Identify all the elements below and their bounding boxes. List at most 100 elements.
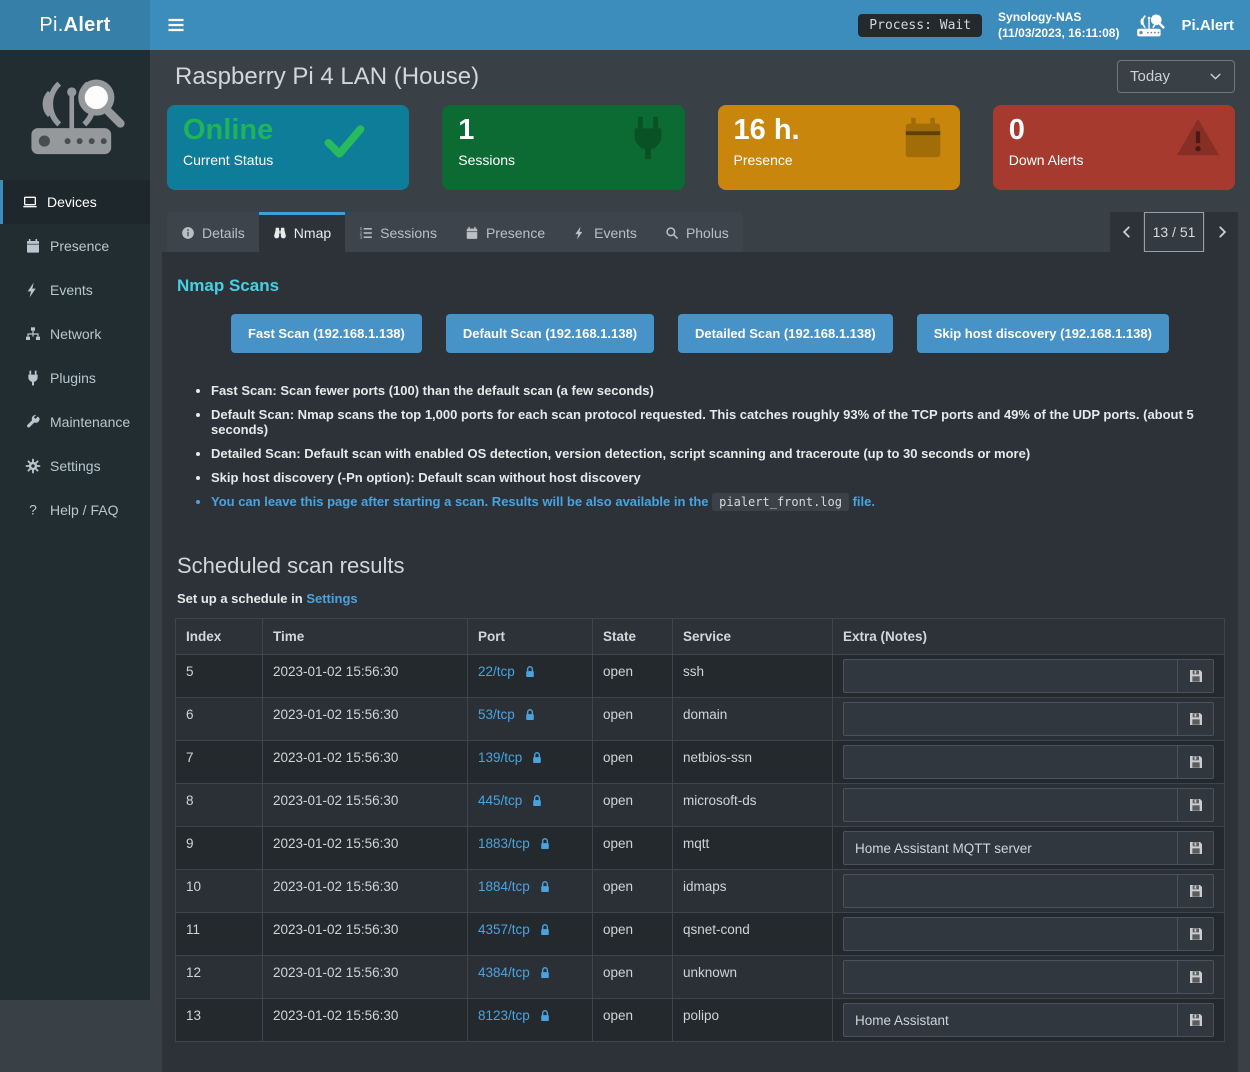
save-note-button[interactable] (1177, 746, 1213, 778)
binoculars-icon (273, 226, 287, 240)
sidebar-item-settings[interactable]: Settings (0, 444, 150, 488)
cell-service: unknown (673, 956, 833, 999)
gear-icon (25, 458, 41, 474)
note-input[interactable] (844, 789, 1177, 821)
sidebar-item-maintenance[interactable]: Maintenance (0, 400, 150, 444)
save-icon (1188, 840, 1204, 856)
note-input[interactable] (844, 746, 1177, 778)
save-note-button[interactable] (1177, 875, 1213, 907)
process-status-badge: Process: Wait (858, 14, 982, 37)
note-input[interactable] (844, 875, 1177, 907)
cell-time: 2023-01-02 15:56:30 (263, 698, 468, 741)
note-input-group (843, 831, 1214, 865)
app-logo-prefix: Pi. (39, 14, 63, 37)
note-text: file. (849, 494, 875, 509)
save-note-button[interactable] (1177, 660, 1213, 692)
save-note-button[interactable] (1177, 832, 1213, 864)
sidebar-item-network[interactable]: Network (0, 312, 150, 356)
port-link[interactable]: 53/tcp (478, 707, 537, 722)
port-link[interactable]: 1884/tcp (478, 879, 552, 894)
router-icon (1135, 12, 1165, 39)
table-row: 112023-01-02 15:56:304357/tcpopenqsnet-c… (176, 913, 1225, 956)
save-note-button[interactable] (1177, 1004, 1213, 1036)
nmap-section-title: Nmap Scans (177, 276, 1225, 296)
port-link[interactable]: 22/tcp (478, 664, 537, 679)
port-link[interactable]: 445/tcp (478, 793, 544, 808)
lock-icon (530, 794, 544, 808)
save-icon (1188, 926, 1204, 942)
svg-text:3: 3 (360, 235, 363, 240)
port-link[interactable]: 4384/tcp (478, 965, 552, 980)
tab-sessions[interactable]: 123Sessions (345, 212, 451, 252)
lock-icon (530, 751, 544, 765)
cell-port: 8123/tcp (468, 999, 593, 1042)
cell-time: 2023-01-02 15:56:30 (263, 870, 468, 913)
detailed-scan-button[interactable]: Detailed Scan (192.168.1.138) (678, 314, 893, 353)
plug-icon (625, 115, 671, 161)
default-scan-button[interactable]: Default Scan (192.168.1.138) (446, 314, 654, 353)
prev-device-button[interactable] (1110, 212, 1143, 252)
port-link[interactable]: 139/tcp (478, 750, 544, 765)
chevron-down-icon (1209, 70, 1222, 83)
cell-index: 5 (176, 655, 263, 698)
tab-label: Events (594, 225, 637, 241)
settings-link[interactable]: Settings (306, 591, 357, 606)
note-input-group (843, 960, 1214, 994)
column-header-service: Service (673, 619, 833, 655)
skip-host-discovery-button[interactable]: Skip host discovery (192.168.1.138) (917, 314, 1169, 353)
note-input[interactable] (844, 1004, 1177, 1036)
sidebar-item-presence[interactable]: Presence (0, 224, 150, 268)
cell-service: qsnet-cond (673, 913, 833, 956)
port-number: 139/tcp (478, 750, 522, 765)
tab-events[interactable]: Events (559, 212, 651, 252)
note-input-group (843, 745, 1214, 779)
sidebar-item-plugins[interactable]: Plugins (0, 356, 150, 400)
note-input[interactable] (844, 961, 1177, 993)
save-note-button[interactable] (1177, 703, 1213, 735)
sidebar-item-devices[interactable]: Devices (0, 180, 150, 224)
table-row: 82023-01-02 15:56:30445/tcpopenmicrosoft… (176, 784, 1225, 827)
note-input[interactable] (844, 918, 1177, 950)
cell-state: open (593, 999, 673, 1042)
note-input-group (843, 1003, 1214, 1037)
cell-port: 53/tcp (468, 698, 593, 741)
hamburger-icon[interactable] (166, 15, 186, 35)
tab-details[interactable]: Details (167, 212, 259, 252)
status-card-down-alerts: 0Down Alerts (993, 105, 1235, 190)
calendar-icon (900, 115, 946, 161)
cell-service: domain (673, 698, 833, 741)
save-note-button[interactable] (1177, 789, 1213, 821)
svg-text:?: ? (29, 502, 37, 518)
scan-description-item: Fast Scan: Scan fewer ports (100) than t… (211, 383, 1225, 398)
tab-presence[interactable]: Presence (451, 212, 559, 252)
sidebar-item-label: Maintenance (50, 414, 130, 430)
status-card-sessions: 1Sessions (442, 105, 684, 190)
tab-nmap[interactable]: Nmap (259, 212, 345, 252)
port-link[interactable]: 4357/tcp (478, 922, 552, 937)
laptop-icon (22, 194, 38, 210)
note-input[interactable] (844, 832, 1177, 864)
sidebar-item-events[interactable]: Events (0, 268, 150, 312)
calendar-icon (25, 238, 41, 254)
port-link[interactable]: 1883/tcp (478, 836, 552, 851)
question-icon: ? (25, 502, 41, 518)
fast-scan-button[interactable]: Fast Scan (192.168.1.138) (231, 314, 422, 353)
cell-extra-notes (833, 999, 1225, 1042)
tab-pholus[interactable]: Pholus (651, 212, 743, 252)
next-device-button[interactable] (1205, 212, 1238, 252)
save-note-button[interactable] (1177, 918, 1213, 950)
cell-extra-notes (833, 698, 1225, 741)
cell-extra-notes (833, 741, 1225, 784)
note-input[interactable] (844, 703, 1177, 735)
wrench-icon (25, 414, 41, 430)
save-note-button[interactable] (1177, 961, 1213, 993)
period-select[interactable]: Today (1117, 60, 1235, 93)
sidebar-item-label: Network (50, 326, 101, 342)
table-row: 132023-01-02 15:56:308123/tcpopenpolipo (176, 999, 1225, 1042)
sidebar-menu: DevicesPresenceEvents Network Plugins Maint… (0, 180, 150, 532)
sidebar-item-helpfaq[interactable]: ?Help / FAQ (0, 488, 150, 532)
note-input[interactable] (844, 660, 1177, 692)
cell-state: open (593, 827, 673, 870)
port-link[interactable]: 8123/tcp (478, 1008, 552, 1023)
table-header-row: IndexTimePortStateServiceExtra (Notes) (176, 619, 1225, 655)
